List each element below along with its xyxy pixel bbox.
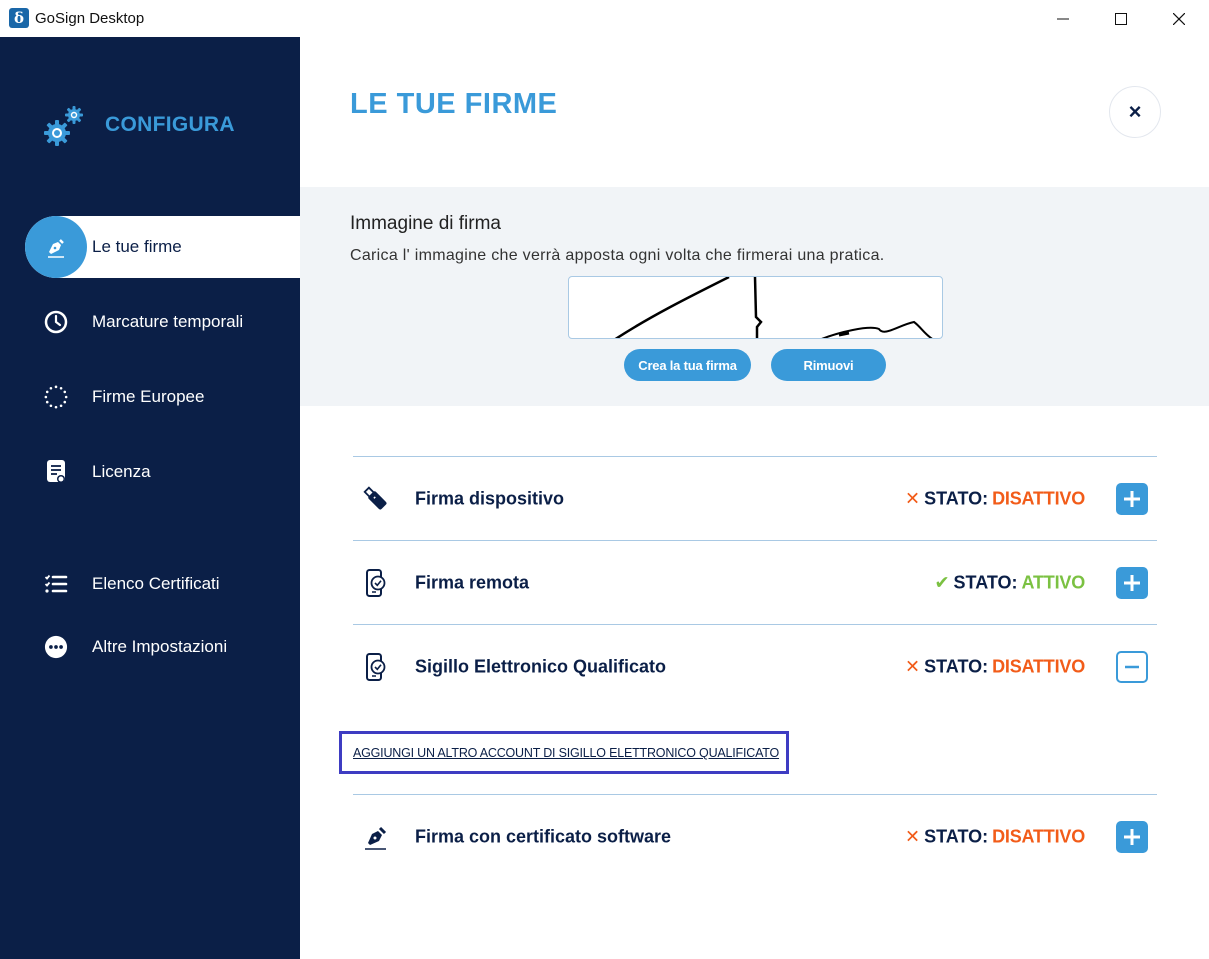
status-value: DISATTIVO bbox=[992, 488, 1085, 508]
status-badge: ✔ STATO: ATTIVO bbox=[934, 572, 1085, 593]
sidebar-item-label: Altre Impostazioni bbox=[92, 637, 228, 656]
close-icon bbox=[1173, 12, 1185, 25]
add-seal-account-link[interactable]: AGGIUNGI UN ALTRO ACCOUNT DI SIGILLO ELE… bbox=[353, 746, 779, 760]
row-title: Sigillo Elettronico Qualificato bbox=[415, 656, 667, 676]
usb-key-icon bbox=[361, 484, 391, 514]
eu-stars-icon bbox=[44, 385, 68, 409]
sidebar-item-altre-impostazioni[interactable]: Altre Impostazioni bbox=[0, 616, 300, 678]
maximize-button[interactable] bbox=[1092, 0, 1150, 37]
status-prefix: STATO: bbox=[924, 656, 989, 676]
window-title: GoSign Desktop bbox=[35, 10, 145, 27]
sidebar-item-label: Elenco Certificati bbox=[92, 574, 220, 593]
status-badge: ✕ STATO: DISATTIVO bbox=[905, 488, 1085, 509]
collapse-button[interactable] bbox=[1116, 650, 1148, 683]
status-value: DISATTIVO bbox=[992, 656, 1085, 676]
signature-row-firma-dispositivo: Firma dispositivo ✕ STATO: DISATTIVO bbox=[353, 457, 1157, 540]
status-prefix: STATO: bbox=[924, 488, 989, 508]
sidebar-item-label: Licenza bbox=[92, 462, 151, 481]
pen-icon bbox=[25, 216, 87, 278]
add-account-highlight: AGGIUNGI UN ALTRO ACCOUNT DI SIGILLO ELE… bbox=[339, 731, 789, 774]
list-icon bbox=[44, 572, 68, 596]
minimize-icon bbox=[1057, 18, 1069, 19]
plus-icon bbox=[1124, 828, 1140, 845]
phone-check-icon bbox=[361, 652, 391, 682]
sidebar-item-label: Le tue firme bbox=[92, 237, 182, 256]
sidebar-item-licenza[interactable]: Licenza bbox=[0, 441, 300, 503]
signature-row-sigillo-elettronico: Sigillo Elettronico Qualificato ✕ STATO:… bbox=[353, 625, 1157, 708]
phone-check-icon bbox=[361, 568, 391, 598]
plus-icon bbox=[1124, 490, 1140, 507]
license-icon bbox=[44, 460, 68, 484]
sidebar-item-label: Firme Europee bbox=[92, 387, 205, 406]
sidebar-title: CONFIGURA bbox=[105, 113, 235, 136]
cross-icon: ✕ bbox=[905, 656, 921, 676]
signature-row-certificato-software: Firma con certificato software ✕ STATO: … bbox=[353, 795, 1157, 878]
minus-icon bbox=[1125, 665, 1139, 668]
gears-icon bbox=[44, 106, 83, 146]
sidebar-item-elenco-certificati[interactable]: Elenco Certificati bbox=[0, 553, 300, 615]
status-badge: ✕ STATO: DISATTIVO bbox=[905, 656, 1085, 677]
row-title: Firma con certificato software bbox=[415, 826, 672, 846]
sidebar-item-le-tue-firme[interactable]: Le tue firme bbox=[25, 216, 300, 278]
signature-image-preview[interactable] bbox=[568, 276, 943, 339]
maximize-icon bbox=[1115, 12, 1127, 25]
check-icon: ✔ bbox=[934, 572, 950, 592]
more-icon bbox=[44, 635, 68, 659]
sidebar-item-marcature-temporali[interactable]: Marcature temporali bbox=[0, 291, 300, 353]
status-prefix: STATO: bbox=[953, 572, 1018, 592]
close-settings-button[interactable]: × bbox=[1109, 86, 1161, 138]
expand-button[interactable] bbox=[1116, 820, 1148, 853]
expand-button[interactable] bbox=[1116, 566, 1148, 599]
row-title: Firma dispositivo bbox=[415, 488, 565, 508]
status-badge: ✕ STATO: DISATTIVO bbox=[905, 826, 1085, 847]
sidebar-item-firme-europee[interactable]: Firme Europee bbox=[0, 366, 300, 428]
status-value: ATTIVO bbox=[1021, 572, 1086, 592]
signature-row-firma-remota: Firma remota ✔ STATO: ATTIVO bbox=[353, 541, 1157, 624]
window-close-button[interactable] bbox=[1150, 0, 1208, 37]
create-signature-button[interactable]: Crea la tua firma bbox=[624, 349, 751, 381]
page-title: LE TUE FIRME bbox=[350, 88, 558, 120]
signature-image-title: Immagine di firma bbox=[350, 213, 501, 234]
title-bar: δ GoSign Desktop bbox=[0, 0, 1209, 37]
pen-icon bbox=[361, 822, 391, 852]
row-title: Firma remota bbox=[415, 572, 530, 592]
signature-drawing bbox=[614, 277, 933, 338]
cross-icon: ✕ bbox=[905, 488, 921, 508]
close-icon: × bbox=[1128, 99, 1142, 124]
remove-signature-button[interactable]: Rimuovi bbox=[771, 349, 886, 381]
plus-icon bbox=[1124, 574, 1140, 591]
expand-button[interactable] bbox=[1116, 482, 1148, 515]
sidebar-item-label: Marcature temporali bbox=[92, 312, 244, 331]
sidebar: CONFIGURA Le tue firme Marcature tempora… bbox=[0, 37, 300, 959]
signature-image-description: Carica l' immagine che verrà apposta ogn… bbox=[350, 247, 885, 264]
app-logo-icon: δ bbox=[9, 8, 29, 28]
minimize-button[interactable] bbox=[1034, 0, 1092, 37]
status-value: DISATTIVO bbox=[992, 826, 1085, 846]
status-prefix: STATO: bbox=[924, 826, 989, 846]
signature-image-panel: Immagine di firma Carica l' immagine che… bbox=[300, 187, 1209, 406]
cross-icon: ✕ bbox=[905, 826, 921, 846]
clock-icon bbox=[44, 310, 68, 334]
